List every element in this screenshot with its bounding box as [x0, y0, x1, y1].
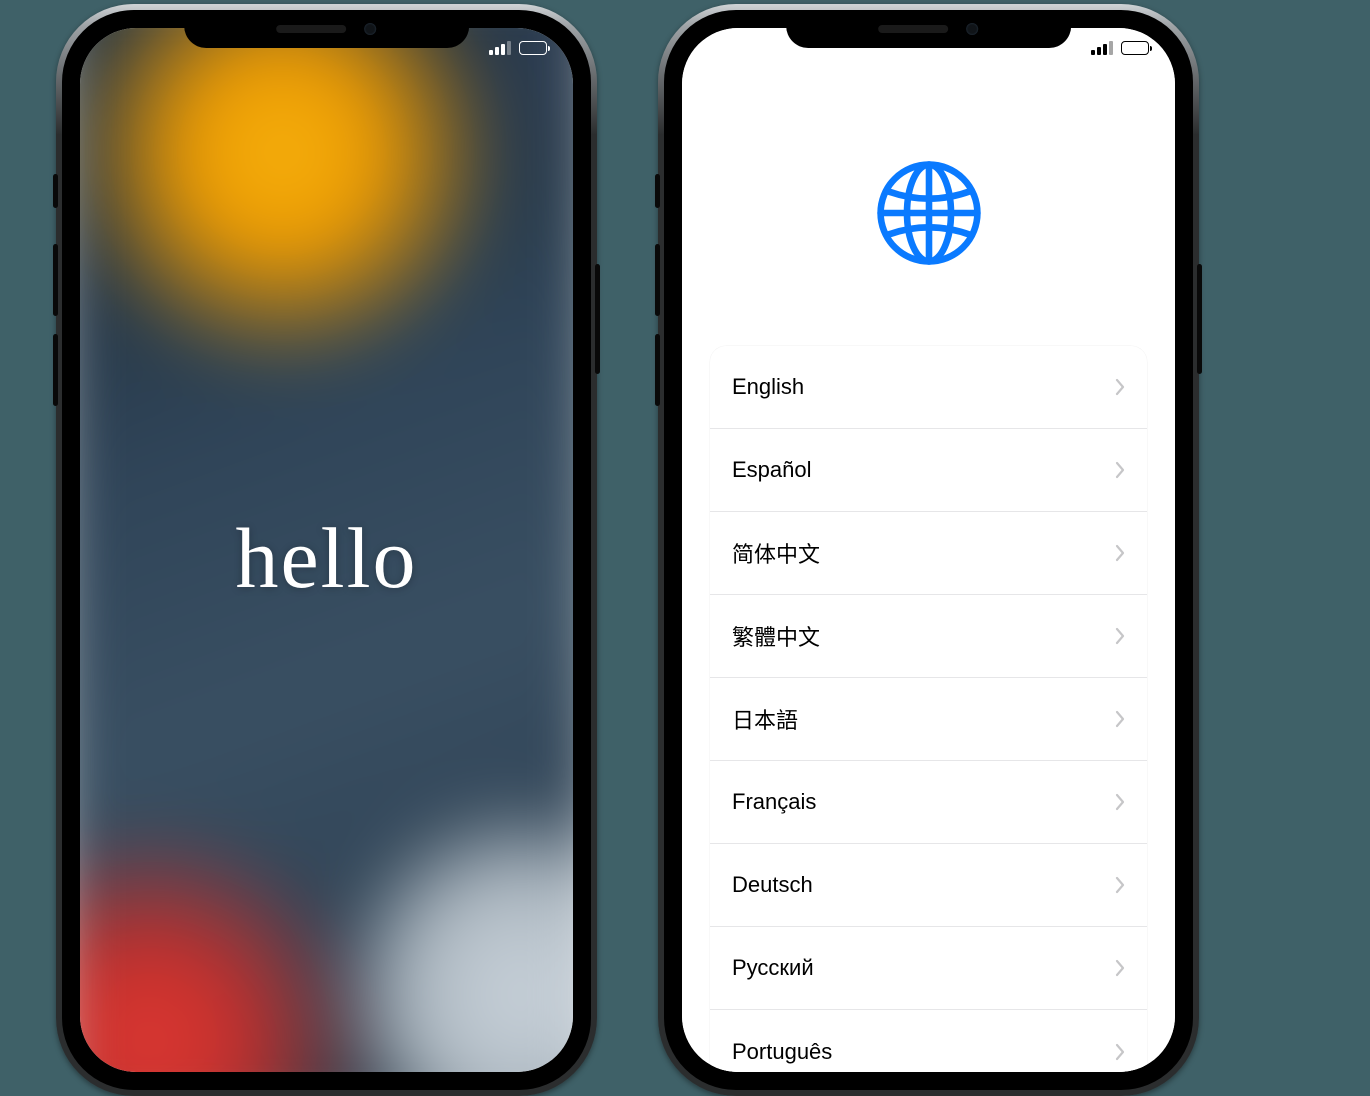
language-label: Русский: [732, 955, 814, 981]
language-row-english[interactable]: English: [710, 346, 1147, 429]
chevron-right-icon: [1115, 461, 1125, 479]
language-label: English: [732, 374, 804, 400]
language-label: Português: [732, 1039, 832, 1065]
language-row-german[interactable]: Deutsch: [710, 844, 1147, 927]
chevron-right-icon: [1115, 378, 1125, 396]
language-row-traditional-chinese[interactable]: 繁體中文: [710, 595, 1147, 678]
silence-switch: [655, 174, 660, 208]
volume-down-button: [53, 334, 58, 406]
chevron-right-icon: [1115, 544, 1125, 562]
front-camera-icon: [967, 23, 979, 35]
chevron-right-icon: [1115, 959, 1125, 977]
globe-icon: [682, 158, 1175, 268]
chevron-right-icon: [1115, 876, 1125, 894]
phone-notch: [786, 10, 1072, 48]
language-row-portuguese[interactable]: Português: [710, 1010, 1147, 1072]
language-label: 繁體中文: [732, 620, 820, 652]
front-camera-icon: [365, 23, 377, 35]
language-label: Deutsch: [732, 872, 813, 898]
volume-down-button: [655, 334, 660, 406]
chevron-right-icon: [1115, 793, 1125, 811]
language-row-french[interactable]: Français: [710, 761, 1147, 844]
language-list: English Español 简体中文 繁體中文: [710, 346, 1147, 1072]
speaker-grille: [277, 25, 347, 33]
volume-up-button: [53, 244, 58, 316]
phone-mockup-hello: hello: [56, 4, 597, 1096]
language-label: 日本語: [732, 703, 798, 735]
battery-icon: [1121, 41, 1149, 55]
language-row-japanese[interactable]: 日本語: [710, 678, 1147, 761]
chevron-right-icon: [1115, 627, 1125, 645]
chevron-right-icon: [1115, 710, 1125, 728]
battery-icon: [519, 41, 547, 55]
language-row-russian[interactable]: Русский: [710, 927, 1147, 1010]
language-label: Español: [732, 457, 812, 483]
speaker-grille: [879, 25, 949, 33]
power-button: [1197, 264, 1202, 374]
status-bar: [489, 41, 547, 55]
hello-greeting: hello: [80, 508, 573, 608]
language-row-spanish[interactable]: Español: [710, 429, 1147, 512]
status-bar: [1091, 41, 1149, 55]
phone-notch: [184, 10, 470, 48]
language-label: 简体中文: [732, 537, 820, 569]
volume-up-button: [655, 244, 660, 316]
cellular-signal-icon: [1091, 41, 1113, 55]
chevron-right-icon: [1115, 1043, 1125, 1061]
language-label: Français: [732, 789, 816, 815]
language-row-simplified-chinese[interactable]: 简体中文: [710, 512, 1147, 595]
phone-mockup-language: English Español 简体中文 繁體中文: [658, 4, 1199, 1096]
power-button: [595, 264, 600, 374]
cellular-signal-icon: [489, 41, 511, 55]
silence-switch: [53, 174, 58, 208]
